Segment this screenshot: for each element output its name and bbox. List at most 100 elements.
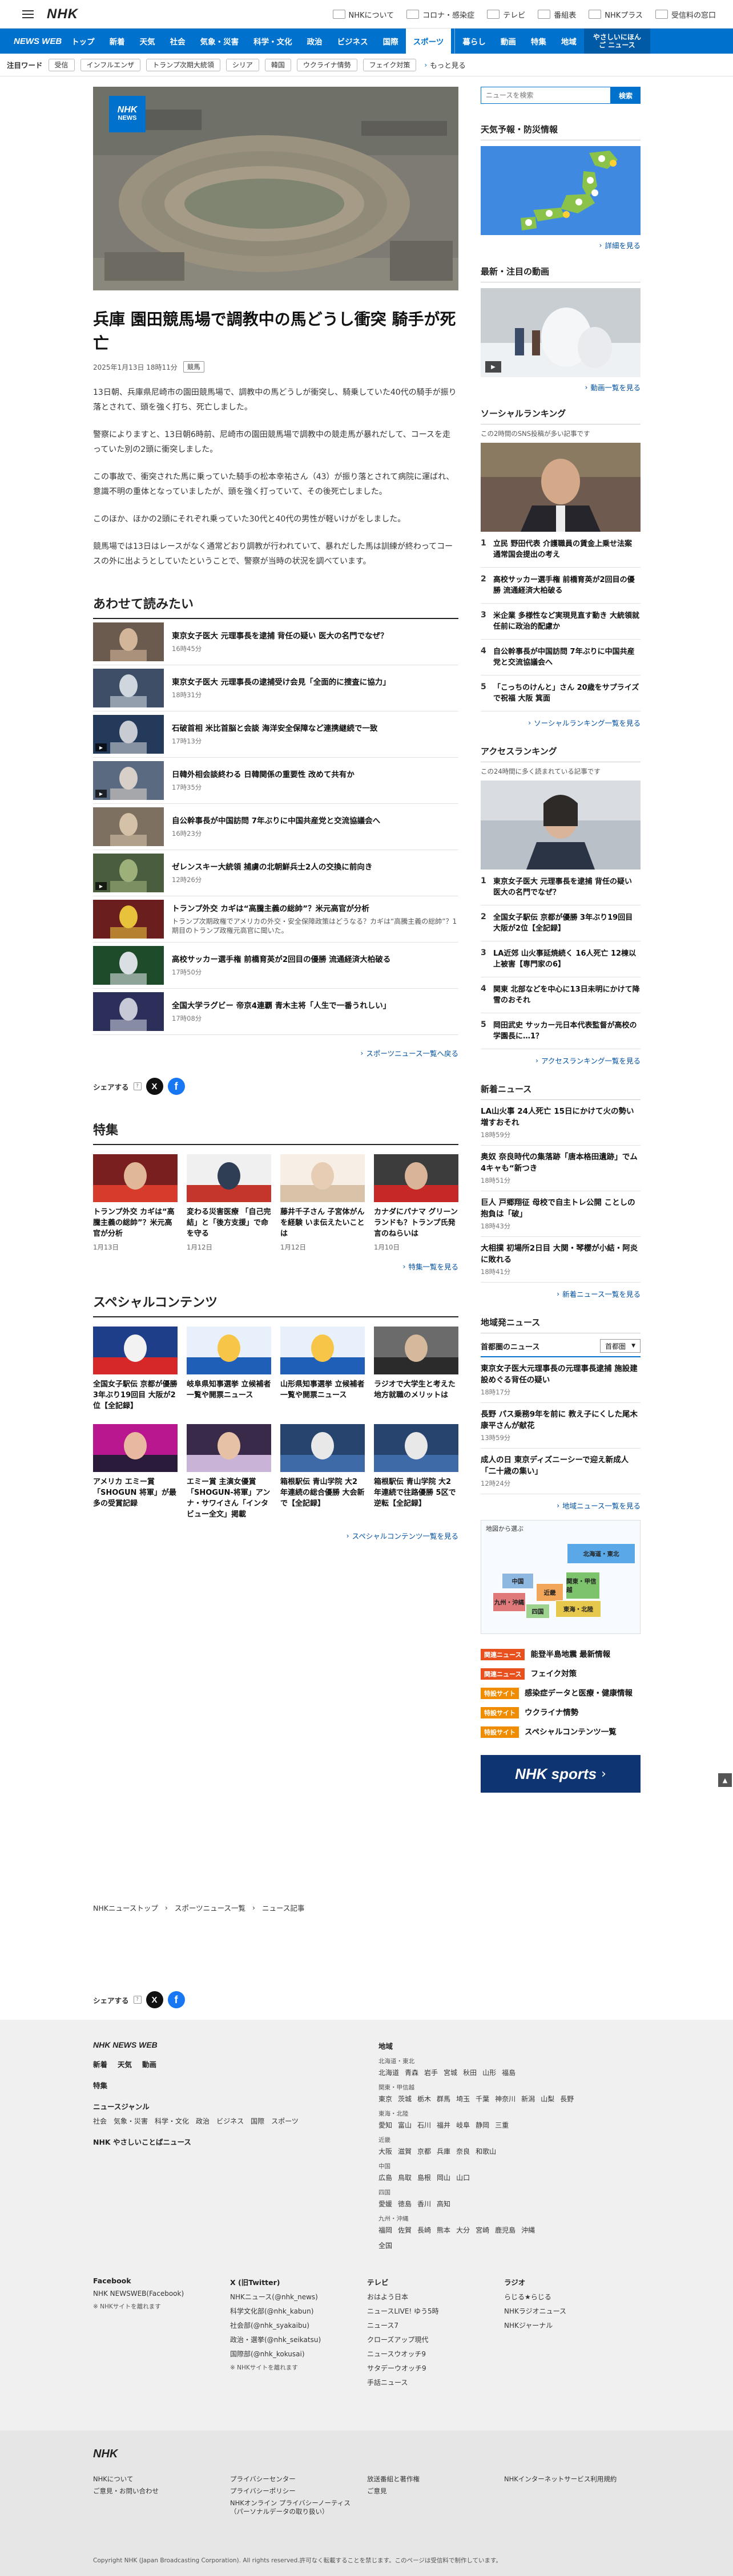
map-area-1[interactable]: 関東・甲信越 [566, 1572, 600, 1599]
nav-item-12[interactable]: 特集 [523, 29, 554, 54]
region-more-link[interactable]: › 地域ニュース一覧を見る [481, 1500, 641, 1511]
footer-sns-link[interactable]: 政治・選挙(@nhk_seikatsu) [230, 2335, 367, 2344]
top-link-3[interactable]: 番組表 [538, 9, 576, 20]
footer-prefecture[interactable]: 埼玉 [456, 2094, 470, 2104]
footer-genre[interactable]: 気象・災害 [114, 2116, 148, 2126]
footer-brand[interactable]: NHK NEWS WEB [93, 2040, 339, 2049]
menu-icon[interactable] [17, 3, 39, 25]
footer-sns-link[interactable]: NHKニュース(@nhk_news) [230, 2292, 367, 2302]
footer-prefecture[interactable]: 京都 [417, 2146, 431, 2156]
footer-nhk-logo[interactable]: NHK [93, 2448, 118, 2461]
nav-item-13[interactable]: 地域 [554, 29, 584, 54]
related-item[interactable]: トランプ外交 カギは“高騰主義の総帥”？米元高官が分析 トランプ次期政権でアメリカ… [93, 896, 458, 943]
top-link-4[interactable]: NHKプラス [589, 9, 643, 20]
news-item[interactable]: 奥奴 奈良時代の集落跡「唐本格田遺跡」でム4キャも“新つき 18時51分 [481, 1146, 641, 1191]
nhk-sports-banner[interactable]: NHK sports › [481, 1755, 641, 1793]
footer-all-regions[interactable]: 全国 [378, 2241, 641, 2250]
special-more-link[interactable]: › スペシャルコンテンツ一覧を見る [93, 1530, 458, 1541]
related-item[interactable]: 東京女子医大 元理事長の逮捕受け会見「全面的に捜査に協力」 18時31分 [93, 665, 458, 711]
ranking-item[interactable]: 4 関東 北部などを中心に13日未明にかけて降雪のおそれ [481, 977, 641, 1013]
footer-prefecture[interactable]: 岩手 [424, 2068, 438, 2077]
search-button[interactable]: 検索 [611, 87, 641, 104]
footer-prefecture[interactable]: 愛媛 [378, 2199, 392, 2209]
footer-prefecture[interactable]: 東京 [378, 2094, 392, 2104]
ranking-item[interactable]: 3 米企業 多様性など実現見直す動き 大統領就任前に政治的配慮か [481, 604, 641, 640]
ranking-item[interactable]: 1 東京女子医大 元理事長を逮捕 背任の疑い 医大の名門でなぜ？ [481, 870, 641, 905]
news-item[interactable]: 巨人 戸郷翔征 母校で自主トレ公開 ことしの抱負は「破」 18時43分 [481, 1191, 641, 1237]
map-area-4[interactable]: 九州・沖縄 [493, 1592, 526, 1612]
breadcrumb-item[interactable]: スポーツニュース一覧 [175, 1902, 245, 1913]
footer-sns-link[interactable]: サタデーウオッチ9 [367, 2363, 504, 2373]
news-item[interactable]: 長野 パス乗務9年を前に 教え子にくした尾木康平さんが献花 13時59分 [481, 1403, 641, 1449]
footer-feature[interactable]: 特集 [93, 2080, 339, 2090]
footer-prefecture[interactable]: 石川 [417, 2120, 431, 2130]
nhk-logo[interactable]: NHK [47, 6, 78, 22]
footer-genre[interactable]: 社会 [93, 2116, 107, 2126]
region-select[interactable]: 首都圏 ▼ [600, 1339, 641, 1353]
footer-bottom-link[interactable]: NHKインターネットサービス利用規約 [504, 2475, 632, 2484]
nav-item-7[interactable]: ビジネス [330, 29, 376, 54]
footer-prefecture[interactable]: 香川 [417, 2199, 431, 2209]
footer-genre[interactable]: 科学・文化 [155, 2116, 189, 2126]
footer-sns-link[interactable]: ニュース7 [367, 2320, 504, 2330]
top-link-2[interactable]: テレビ [487, 9, 525, 20]
footer-prefecture[interactable]: 和歌山 [476, 2146, 496, 2156]
footer-sns-link[interactable]: ニュースウオッチ9 [367, 2349, 504, 2359]
news-item[interactable]: 大相撲 初場所2日目 大関・琴櫻が小結・阿炎に敗れる 18時41分 [481, 1237, 641, 1283]
hot-word-5[interactable]: ウクライナ情勢 [296, 58, 357, 71]
related-item[interactable]: 高校サッカー選手権 前橋育英が2回目の優勝 流通経済大柏破る 17時50分 [93, 943, 458, 989]
footer-prefecture[interactable]: 鳥取 [398, 2173, 412, 2182]
play-icon[interactable]: ▶ [485, 361, 501, 373]
footer-bottom-link[interactable]: プライバシーセンター [230, 2475, 358, 2484]
content-card[interactable]: エミー賞 主演女優賞「SHOGUN-将軍」アンナ・サワイさん「インタビュー全文」… [187, 1424, 271, 1520]
footer-prefecture[interactable]: 福島 [502, 2068, 515, 2077]
newest-more-link[interactable]: › 新着ニュース一覧を見る [481, 1288, 641, 1299]
footer-prefecture[interactable]: 茨城 [398, 2094, 412, 2104]
footer-prefecture[interactable]: 岐阜 [456, 2120, 470, 2130]
nav-item-9[interactable]: スポーツ [405, 29, 452, 54]
breadcrumb-item[interactable]: NHKニューストップ [93, 1902, 158, 1913]
footer-bottom-link[interactable]: プライバシーポリシー [230, 2487, 358, 2496]
footer-link[interactable]: 動画 [142, 2059, 156, 2069]
ranking-item[interactable]: 5 岡田武史 サッカー元日本代表監督が高校の学園長に…1？ [481, 1013, 641, 1049]
footer-prefecture[interactable]: 栃木 [417, 2094, 431, 2104]
scroll-top-button[interactable]: ▲ [718, 1773, 732, 1787]
weather-map[interactable] [481, 146, 641, 235]
facebook-share-icon[interactable]: f [167, 1991, 185, 2008]
article-tag[interactable]: 競馬 [183, 361, 204, 373]
news-item[interactable]: 東京女子医大元理事長の元理事長逮捕 施設建設めぐる背任の疑い 18時17分 [481, 1357, 641, 1403]
footer-sns-link[interactable]: NHKジャーナル [504, 2320, 641, 2330]
social-more-link[interactable]: › ソーシャルランキング一覧を見る [481, 717, 641, 728]
footer-prefecture[interactable]: 高知 [437, 2199, 450, 2209]
weather-more-link[interactable]: › 詳細を見る [481, 240, 641, 250]
map-area-3[interactable]: 中国 [502, 1573, 534, 1589]
ranking-item[interactable]: 2 全国女子駅伝 京都が優勝 3年ぶり19回目 大阪が2位【全記録】 [481, 905, 641, 941]
footer-prefecture[interactable]: 北海道 [378, 2068, 399, 2077]
hot-word-1[interactable]: インフルエンザ [80, 58, 141, 71]
hot-word-3[interactable]: シリア [225, 58, 259, 71]
map-area-2[interactable]: 近畿 [536, 1583, 563, 1602]
top-link-0[interactable]: NHKについて [332, 9, 394, 20]
ranking-item[interactable]: 3 LA近郊 山火事延焼続く 16人死亡 12棟以上被害【専門家の6】 [481, 941, 641, 977]
nav-item-easy[interactable]: やさしいにほんご ニュース [583, 29, 650, 54]
related-item[interactable]: ▶ 石破首相 米比首脳と会談 海洋安全保障など連携継続で一致 17時13分 [93, 711, 458, 758]
content-card[interactable]: アメリカ エミー賞「SHOGUN 将軍」が最多の受賞記録 [93, 1424, 178, 1520]
nav-item-1[interactable]: 新着 [102, 29, 132, 54]
hot-word-4[interactable]: 韓国 [264, 58, 291, 71]
social-ranking-image[interactable] [481, 443, 641, 532]
footer-prefecture[interactable]: 鹿児島 [495, 2225, 515, 2235]
footer-sns-link[interactable]: 科学文化部(@nhk_kabun) [230, 2306, 367, 2316]
content-card[interactable]: 岐阜県知事選挙 立候補者一覧や開票ニュース [187, 1327, 271, 1412]
footer-prefecture[interactable]: 徳島 [398, 2199, 412, 2209]
hot-word-2[interactable]: トランプ次期大統領 [146, 58, 220, 71]
map-area-0[interactable]: 北海道・東北 [567, 1543, 635, 1564]
content-card[interactable]: カナダにパナマ グリーンランドも？トランプ氏発言のねらいは 1月10日 [374, 1154, 458, 1252]
nav-item-3[interactable]: 社会 [163, 29, 193, 54]
footer-bottom-link[interactable]: NHKオンライン プライバシーノーティス（パーソナルデータの取り扱い） [230, 2499, 358, 2516]
news-item[interactable]: LA山火事 24人死亡 15日にかけて火の勢い増すおそれ 18時59分 [481, 1100, 641, 1146]
footer-prefecture[interactable]: 福岡 [378, 2225, 392, 2235]
footer-sns-link[interactable]: NHK NEWSWEB(Facebook) [93, 2290, 230, 2298]
hot-words-more-link[interactable]: › もっと見る [424, 59, 465, 70]
footer-prefecture[interactable]: 愛知 [378, 2120, 392, 2130]
footer-genre[interactable]: ビジネス [216, 2116, 244, 2126]
